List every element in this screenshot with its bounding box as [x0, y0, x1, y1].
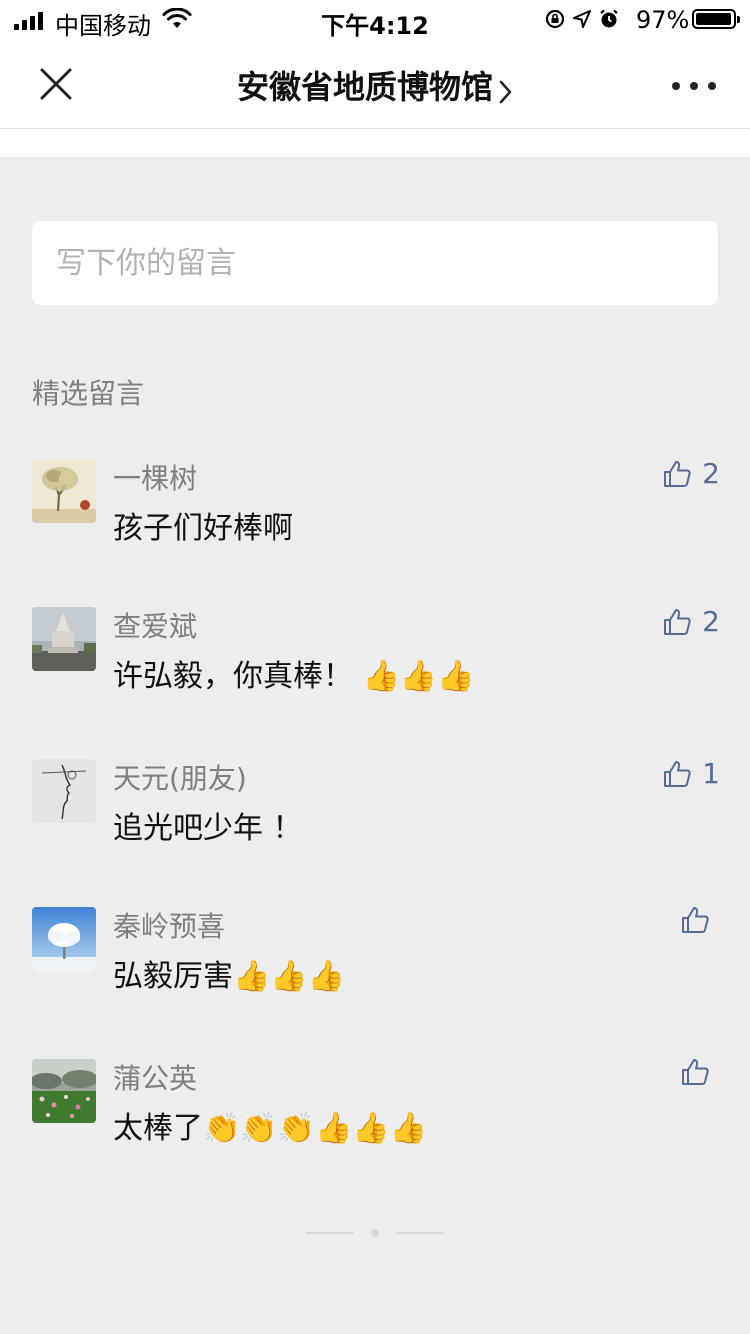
end-divider-right: [396, 1232, 444, 1234]
avatar[interactable]: [32, 759, 96, 823]
comment-nickname: 蒲公英: [113, 1062, 198, 1095]
thumbs-up-icon: [664, 460, 691, 487]
like-button[interactable]: 1: [662, 757, 720, 790]
chevron-right-icon: [499, 79, 513, 109]
rotation-lock-icon: [544, 8, 566, 34]
thumbs-up-icon: [664, 608, 691, 635]
comment-content: 太棒了👏👏👏👍👍👍: [113, 1111, 428, 1146]
section-title: 精选留言: [32, 377, 145, 410]
comment-input[interactable]: [32, 221, 718, 305]
nav-bar: 安徽省地质博物馆: [0, 40, 750, 129]
status-bar: 中国移动 下午4:12 97%: [0, 0, 750, 40]
thumbs-up-icon: [664, 760, 691, 787]
more-button[interactable]: [672, 78, 716, 94]
like-button[interactable]: [680, 905, 720, 935]
avatar[interactable]: [32, 607, 96, 671]
article-bottom-edge: [0, 129, 750, 157]
comment-nickname: 天元(朋友): [113, 762, 247, 795]
like-button[interactable]: 2: [662, 605, 720, 638]
end-divider-left: [306, 1232, 354, 1234]
comment-nickname: 一棵树: [113, 462, 198, 495]
avatar[interactable]: [32, 459, 96, 523]
like-button[interactable]: [680, 1057, 720, 1087]
more-dot-icon: [690, 82, 698, 90]
end-dot: [371, 1229, 379, 1237]
comment-content: 追光吧少年 ！: [113, 811, 303, 846]
more-dot-icon: [672, 82, 680, 90]
alarm-icon: [598, 8, 620, 34]
like-count: 2: [702, 605, 720, 638]
thumbs-up-icon: [682, 1059, 709, 1085]
like-count: 1: [702, 757, 720, 790]
comment-nickname: 秦岭预喜: [113, 910, 226, 943]
thumbs-up-icon: [682, 907, 709, 933]
comment-content: 孩子们好棒啊: [113, 511, 293, 546]
page-title[interactable]: 安徽省地质博物馆: [237, 68, 493, 106]
comment-content: 许弘毅，你真棒！ 👍👍👍: [113, 659, 475, 694]
comment-nickname: 查爱斌: [113, 610, 198, 643]
battery-icon: [692, 9, 740, 29]
like-count: 2: [702, 457, 720, 490]
more-dot-icon: [708, 82, 716, 90]
comment-content: 弘毅厉害👍👍👍: [113, 959, 346, 994]
location-icon: [572, 8, 592, 34]
avatar[interactable]: [32, 1059, 96, 1123]
like-button[interactable]: 2: [662, 457, 720, 490]
avatar[interactable]: [32, 907, 96, 971]
battery-percent: 97%: [636, 6, 690, 34]
